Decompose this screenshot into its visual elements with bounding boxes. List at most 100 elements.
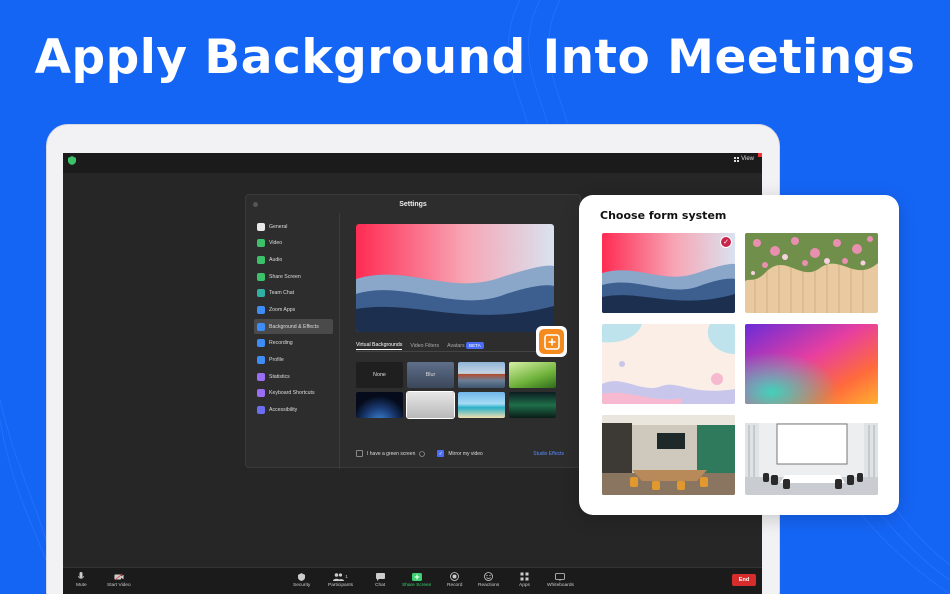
thumb-none[interactable]: None xyxy=(356,362,403,388)
pastel-shapes-image xyxy=(602,324,735,404)
share-screen-icon xyxy=(257,272,265,281)
flower-wall-image xyxy=(745,233,878,313)
security-button[interactable]: Security xyxy=(293,572,310,588)
thumb-beach[interactable] xyxy=(458,392,505,418)
chat-icon xyxy=(375,572,385,581)
sidebar-item-team-chat[interactable]: Team Chat xyxy=(254,286,333,301)
recording-indicator xyxy=(758,153,762,157)
thumb-grass[interactable] xyxy=(509,362,556,388)
sidebar-item-label: Team Chat xyxy=(269,290,295,297)
end-meeting-button[interactable]: End xyxy=(732,574,756,586)
apps-button[interactable]: Apps xyxy=(519,572,530,588)
profile-icon xyxy=(257,356,265,364)
record-icon xyxy=(450,572,460,581)
studio-effects-link[interactable]: Studio Effects xyxy=(533,451,564,457)
audio-icon xyxy=(257,255,265,264)
sidebar-item-profile[interactable]: Profile xyxy=(254,353,333,368)
background-option-conference-hall[interactable] xyxy=(745,415,878,495)
settings-dialog: Settings General Video Audio Share Scree… xyxy=(245,194,581,469)
chat-icon xyxy=(257,289,265,298)
whiteboards-button[interactable]: Whiteboards xyxy=(547,572,574,588)
participants-button[interactable]: 1 Participants xyxy=(328,572,353,588)
sidebar-item-zoom-apps[interactable]: Zoom Apps xyxy=(254,302,333,317)
background-option-flower-wall[interactable] xyxy=(745,233,878,313)
help-icon[interactable] xyxy=(419,450,426,457)
mirror-video-label: Mirror my video xyxy=(448,450,483,457)
sidebar-item-label: Accessibility xyxy=(269,407,298,414)
conference-hall-image xyxy=(745,415,878,495)
share-screen-button[interactable]: Share Screen xyxy=(402,572,431,588)
microphone-icon xyxy=(78,572,85,579)
apps-label: Apps xyxy=(519,583,530,588)
thumb-blur[interactable]: Blur xyxy=(407,362,454,388)
video-preview xyxy=(356,224,554,332)
beta-badge: BETA xyxy=(466,342,484,349)
settings-sidebar: General Video Audio Share Screen Team Ch… xyxy=(246,213,340,469)
sidebar-item-share-screen[interactable]: Share Screen xyxy=(254,269,333,284)
record-button[interactable]: Record xyxy=(447,572,462,588)
tab-divider xyxy=(356,351,566,352)
accessibility-icon xyxy=(257,406,265,415)
thumb-earth[interactable] xyxy=(356,392,403,418)
thumb-office[interactable] xyxy=(406,391,455,419)
green-screen-checkbox[interactable] xyxy=(356,450,363,457)
background-option-pastel[interactable] xyxy=(602,324,735,404)
plus-icon xyxy=(543,333,560,350)
share-screen-icon xyxy=(411,572,422,581)
tab-avatars[interactable]: Avatars BETA xyxy=(447,342,484,349)
sidebar-item-recording[interactable]: Recording xyxy=(254,336,333,351)
shield-icon xyxy=(68,156,76,165)
security-label: Security xyxy=(293,583,311,588)
sidebar-item-label: Audio xyxy=(269,256,283,263)
background-option-meeting-room[interactable] xyxy=(602,415,735,495)
sidebar-item-audio[interactable]: Audio xyxy=(254,252,333,267)
participants-count: 1 xyxy=(345,574,348,579)
thumb-golden-gate[interactable] xyxy=(458,362,505,388)
tab-virtual-backgrounds[interactable]: Virtual Backgrounds xyxy=(356,342,403,350)
background-tabs: Virtual Backgrounds Video Filters Avatar… xyxy=(356,342,484,350)
sidebar-item-label: Zoom Apps xyxy=(269,306,296,313)
add-background-button[interactable] xyxy=(536,326,567,357)
participants-icon xyxy=(333,572,345,581)
sidebar-item-label: Statistics xyxy=(269,373,290,380)
share-screen-label: Share Screen xyxy=(402,583,432,588)
wave-background-image xyxy=(356,224,554,332)
background-option-waves[interactable]: ✓ xyxy=(602,233,735,313)
shield-icon xyxy=(298,572,306,581)
sidebar-item-accessibility[interactable]: Accessibility xyxy=(254,403,333,418)
reactions-icon xyxy=(484,572,494,581)
view-label: View xyxy=(741,156,754,162)
chat-button[interactable]: Chat xyxy=(375,572,385,588)
selected-check-icon: ✓ xyxy=(720,236,732,248)
sidebar-item-label: General xyxy=(269,223,288,230)
page-headline: Apply Background Into Meetings xyxy=(34,30,916,85)
keyboard-icon xyxy=(257,389,265,398)
sidebar-item-label: Recording xyxy=(269,340,293,347)
chooser-title: Choose form system xyxy=(600,209,727,222)
sidebar-item-label: Share Screen xyxy=(269,273,301,280)
tab-video-filters[interactable]: Video Filters xyxy=(410,343,439,349)
record-label: Record xyxy=(447,583,463,588)
mirror-video-checkbox[interactable]: ✓ xyxy=(437,450,445,457)
recording-icon xyxy=(257,339,265,348)
mute-label: Mute xyxy=(76,583,87,588)
thumb-aurora[interactable] xyxy=(509,392,556,418)
reactions-button[interactable]: Reactions xyxy=(478,572,499,588)
sidebar-item-video[interactable]: Video xyxy=(254,236,333,251)
general-icon xyxy=(257,222,265,231)
participants-label: Participants xyxy=(328,583,354,588)
background-chooser-card: Choose form system ✓ xyxy=(579,195,899,515)
window-topbar: View xyxy=(63,153,762,173)
mute-button[interactable]: Mute xyxy=(76,572,87,588)
apps-icon xyxy=(257,305,265,314)
sidebar-item-general[interactable]: General xyxy=(254,219,333,234)
meeting-toolbar: Mute Start Video Security 1 Participants… xyxy=(63,567,762,594)
sidebar-item-background-effects[interactable]: Background & Effects xyxy=(254,319,333,335)
sidebar-item-keyboard-shortcuts[interactable]: Keyboard Shortcuts xyxy=(254,386,333,401)
whiteboards-label: Whiteboards xyxy=(547,583,574,588)
sidebar-item-statistics[interactable]: Statistics xyxy=(254,369,333,384)
add-background-inner xyxy=(539,329,564,354)
background-option-gradient[interactable] xyxy=(745,324,878,404)
start-video-button[interactable]: Start Video xyxy=(107,572,131,588)
view-button[interactable]: View xyxy=(734,156,754,162)
